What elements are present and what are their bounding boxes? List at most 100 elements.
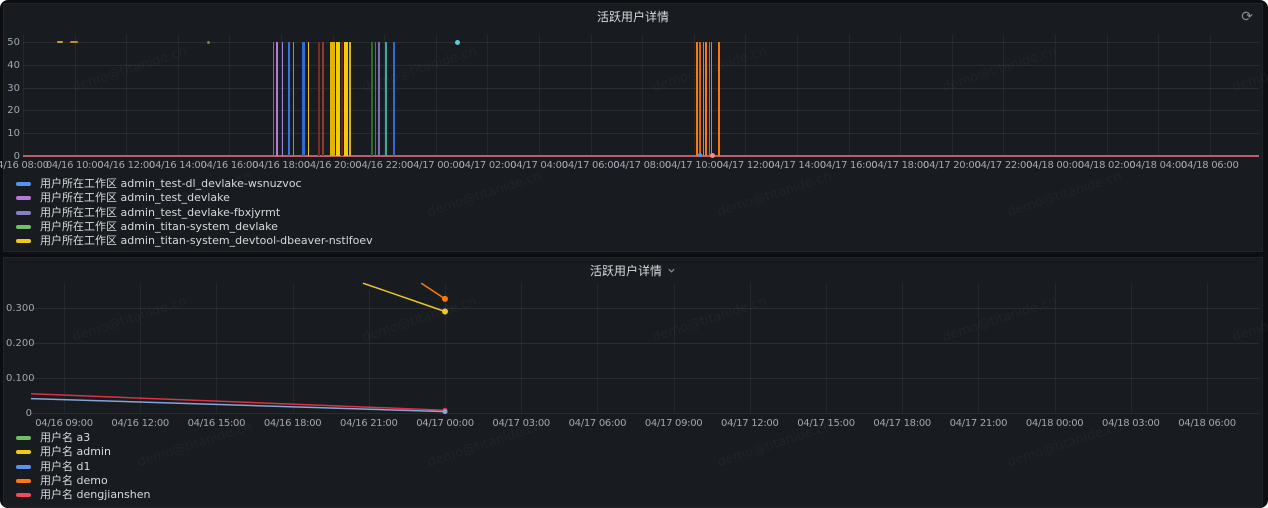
- legend-item-label: 用户所在工作区 admin_test_devlake-fbxjyrmt: [40, 206, 280, 220]
- y-tick-label: 40: [5, 60, 20, 71]
- gridline: [487, 34, 488, 156]
- legend-item-1[interactable]: 用户所在工作区 admin_test_devlake: [12, 191, 1254, 205]
- series-spike: [385, 42, 387, 156]
- gridline: [75, 34, 76, 156]
- legend-item-label: 用户名 dengjianshen: [40, 488, 150, 502]
- refresh-icon[interactable]: ⟳: [1239, 6, 1255, 26]
- panel1-header[interactable]: 活跃用户详情: [4, 4, 1262, 28]
- series-spike: [276, 42, 278, 156]
- panel1-title[interactable]: 活跃用户详情: [597, 8, 669, 25]
- legend-item-label: 用户所在工作区 admin_titan-system_devlake: [40, 220, 278, 234]
- legend-color-dash: [16, 211, 31, 215]
- x-tick-label: 04/16 09:00: [29, 418, 99, 429]
- gridline: [1055, 34, 1056, 156]
- series-spike: [341, 42, 343, 156]
- series-spike: [371, 42, 373, 156]
- legend-color-dash: [16, 196, 31, 200]
- panel1-legend: 用户所在工作区 admin_test-dl_devlake-wsnuzvoc用户…: [12, 177, 1254, 248]
- x-tick-label: 04/17 12:00: [715, 418, 785, 429]
- gridline: [1003, 34, 1004, 156]
- x-tick-label: 04/16 18:00: [258, 418, 328, 429]
- x-tick-label: 04/18 06:00: [1180, 160, 1240, 171]
- x-tick-label: 04/17 18:00: [867, 418, 937, 429]
- legend-item-2[interactable]: 用户所在工作区 admin_test_devlake-fbxjyrmt: [12, 206, 1254, 220]
- legend-color-dash: [16, 479, 31, 483]
- series-point: [207, 41, 210, 44]
- legend-item-0[interactable]: 用户名 a3: [12, 431, 1254, 445]
- series-spike: [375, 42, 376, 156]
- gridline: [797, 34, 798, 156]
- legend-item-2[interactable]: 用户名 d1: [12, 460, 1254, 474]
- panel2-legend: 用户名 a3用户名 admin用户名 d1用户名 demo用户名 dengjia…: [12, 431, 1254, 502]
- series-spike: [293, 42, 294, 156]
- series-line-dengjianshen: [31, 394, 445, 410]
- x-tick-label: 04/17 09:00: [639, 418, 709, 429]
- gridline: [900, 34, 901, 156]
- legend-item-label: 用户名 admin: [40, 445, 111, 459]
- series-spike: [705, 42, 707, 156]
- series-point: [455, 40, 460, 45]
- legend-item-label: 用户名 demo: [40, 474, 108, 488]
- legend-item-label: 用户所在工作区 admin_test_devlake: [40, 191, 230, 205]
- panel1-plot-area[interactable]: 504030201004/16 08:0004/16 10:0004/16 12…: [4, 4, 1262, 176]
- series-spike: [336, 42, 340, 156]
- y-tick-label: 50: [5, 37, 20, 48]
- series-spike: [696, 42, 698, 156]
- gridline: [539, 34, 540, 156]
- gridline: [745, 34, 746, 156]
- gridline: [23, 133, 1259, 134]
- series-point: [698, 153, 702, 157]
- series-spike: [344, 42, 348, 156]
- panel-active-users-by-workspace: 活跃用户详情 ⟳ 504030201004/16 08:0004/16 10:0…: [3, 3, 1263, 252]
- series-point-d1: [443, 409, 448, 414]
- gridline: [178, 34, 179, 156]
- series-spike: [703, 42, 704, 156]
- series-point-admin: [442, 309, 448, 315]
- gridline: [229, 34, 230, 156]
- gridline: [1158, 34, 1159, 156]
- legend-item-3[interactable]: 用户所在工作区 admin_titan-system_devlake: [12, 220, 1254, 234]
- gridline: [849, 34, 850, 156]
- series-spike: [711, 42, 712, 156]
- legend-color-dash: [16, 436, 31, 440]
- panel2-plot-area[interactable]: 0.3000.2000.100004/16 09:0004/16 12:0004…: [4, 258, 1262, 430]
- gridline: [642, 34, 643, 156]
- x-tick-label: 04/18 00:00: [1020, 418, 1090, 429]
- gridline: [694, 34, 695, 156]
- x-tick-label: 04/17 00:00: [410, 418, 480, 429]
- panel-active-users-by-username: 活跃用户详情 0.3000.2000.100004/16 09:0004/16 …: [3, 257, 1263, 508]
- legend-item-3[interactable]: 用户名 demo: [12, 474, 1254, 488]
- x-tick-label: 04/16 12:00: [105, 418, 175, 429]
- legend-item-1[interactable]: 用户名 admin: [12, 445, 1254, 459]
- gridline: [23, 65, 1259, 66]
- panel2-header[interactable]: 活跃用户详情: [4, 258, 1262, 282]
- gridline: [1107, 34, 1108, 156]
- series-point: [710, 153, 715, 158]
- chevron-down-icon[interactable]: [667, 266, 676, 275]
- series-spike: [318, 42, 320, 156]
- x-tick-label: 04/17 15:00: [791, 418, 861, 429]
- panel2-title[interactable]: 活跃用户详情: [590, 262, 662, 279]
- legend-color-dash: [16, 182, 31, 186]
- legend-item-label: 用户名 d1: [40, 460, 90, 474]
- legend-item-4[interactable]: 用户名 dengjianshen: [12, 488, 1254, 502]
- y-tick-label: 20: [5, 105, 20, 116]
- series-spike: [330, 42, 335, 156]
- x-tick-label: 04/17 06:00: [562, 418, 632, 429]
- zero-baseline: [23, 155, 1259, 157]
- legend-item-4[interactable]: 用户所在工作区 admin_titan-system_devtool-dbeav…: [12, 234, 1254, 248]
- series-line-admin: [363, 283, 445, 311]
- y-tick-label: 30: [5, 83, 20, 94]
- gridline: [591, 34, 592, 156]
- gridline: [436, 34, 437, 156]
- series-mark: [57, 41, 63, 43]
- series-mark: [70, 41, 78, 43]
- series-spike: [709, 42, 710, 156]
- y-tick-label: 10: [5, 128, 20, 139]
- series-spike: [322, 42, 324, 156]
- legend-color-dash: [16, 225, 31, 229]
- legend-color-dash: [16, 450, 31, 454]
- legend-item-0[interactable]: 用户所在工作区 admin_test-dl_devlake-wsnuzvoc: [12, 177, 1254, 191]
- series-spike: [273, 42, 274, 156]
- x-tick-label: 04/18 06:00: [1172, 418, 1242, 429]
